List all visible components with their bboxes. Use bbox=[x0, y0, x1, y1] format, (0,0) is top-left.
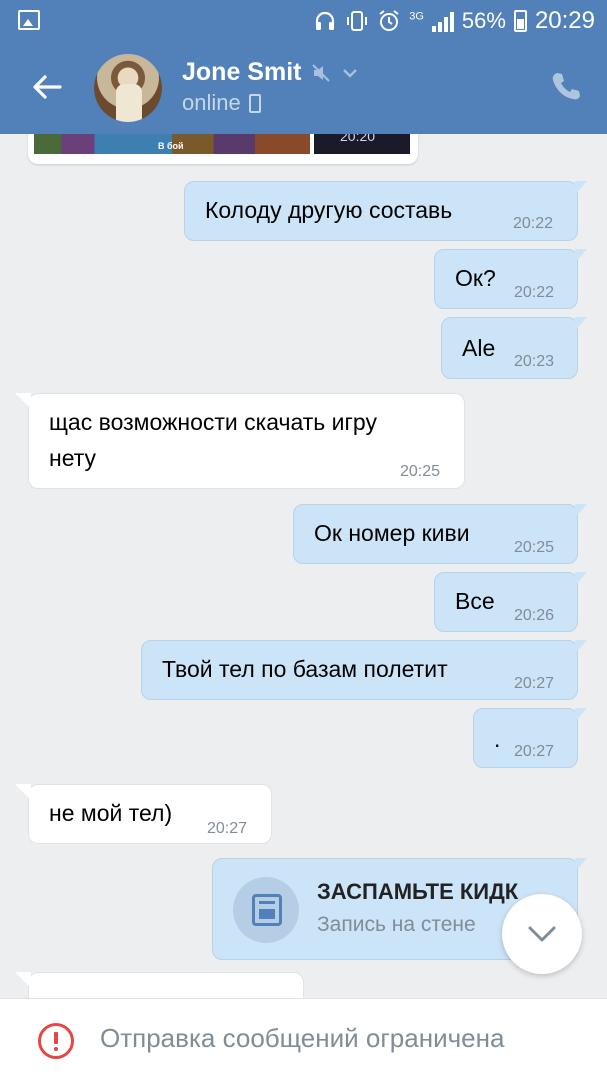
clock: 20:29 bbox=[534, 7, 595, 34]
message-time: 20:25 bbox=[400, 463, 441, 480]
scroll-to-bottom-button[interactable] bbox=[502, 894, 582, 974]
message-bubble[interactable]: Ок номер киви 20:25 bbox=[293, 504, 587, 564]
mobile-device-icon bbox=[248, 93, 261, 113]
muted-icon bbox=[312, 63, 331, 82]
wall-post-icon bbox=[252, 894, 282, 926]
network-3g-icon: 3G bbox=[409, 10, 424, 32]
chevron-down-icon bbox=[528, 926, 556, 942]
avatar[interactable] bbox=[94, 54, 162, 122]
battery-percent: 56% bbox=[461, 8, 506, 33]
message-time: 20:27 bbox=[514, 675, 555, 692]
message-text: Ale bbox=[462, 335, 496, 361]
message-text: Ок номер киви bbox=[314, 520, 470, 546]
presence-status: online bbox=[182, 90, 241, 115]
back-arrow-icon[interactable] bbox=[30, 70, 64, 104]
message-time: 20:27 bbox=[207, 820, 248, 837]
message-bubble[interactable]: Все 20:26 bbox=[434, 572, 587, 632]
message-time: 20:22 bbox=[513, 215, 554, 232]
message-bubble[interactable]: не мой тел) 20:27 bbox=[15, 784, 272, 844]
message-time: 20:22 bbox=[514, 284, 555, 301]
vibrate-icon bbox=[347, 11, 368, 31]
top-bar: 3G 56% 20:29 Jone Smit online bbox=[0, 0, 607, 134]
message-text: Ок? bbox=[455, 265, 496, 291]
message-time: 20:27 bbox=[514, 743, 555, 760]
wall-post-subtitle: Запись на стене bbox=[317, 913, 476, 936]
message-time: 20:26 bbox=[514, 607, 555, 624]
message-text: . bbox=[494, 726, 501, 752]
restriction-bar: Отправка сообщений ограничена bbox=[0, 998, 607, 1080]
wall-post-title: ЗАСПАМЬТЕ КИДК bbox=[317, 879, 519, 904]
chat-header: Jone Smit online bbox=[0, 42, 607, 134]
battery-icon bbox=[513, 10, 527, 32]
wall-post-icon-badge bbox=[233, 877, 299, 943]
message-bubble[interactable]: . 20:27 bbox=[473, 708, 587, 768]
gallery-notification-icon bbox=[18, 10, 40, 30]
message-text-line: щас возможности скачать игру bbox=[49, 409, 377, 435]
status-bar: 3G 56% 20:29 bbox=[0, 0, 607, 42]
message-time: 20:23 bbox=[514, 353, 555, 370]
message-text: Колоду другую составь bbox=[205, 197, 453, 223]
message-bubble-partial[interactable] bbox=[15, 972, 304, 998]
message-bubble[interactable]: щас возможности скачать игру нету 20:25 bbox=[15, 393, 465, 489]
message-bubble[interactable]: Колоду другую составь 20:22 bbox=[184, 181, 587, 241]
message-list[interactable]: В бой 20:20 Колоду другую составь 20:22 … bbox=[0, 134, 607, 998]
message-text: Твой тел по базам полетит bbox=[162, 656, 448, 682]
message-time: 20:25 bbox=[514, 539, 555, 556]
message-text-line: нету bbox=[49, 445, 97, 471]
chevron-down-icon[interactable] bbox=[341, 64, 359, 82]
headphones-icon bbox=[316, 11, 335, 30]
image-text: В бой bbox=[158, 141, 184, 151]
image-attachment[interactable]: В бой 20:20 bbox=[28, 134, 418, 164]
message-bubble[interactable]: Твой тел по базам полетит 20:27 bbox=[141, 640, 587, 700]
alarm-icon bbox=[379, 10, 399, 31]
phone-call-icon[interactable] bbox=[549, 70, 583, 104]
signal-icon bbox=[431, 10, 454, 32]
image-time-text: 20:20 bbox=[340, 134, 376, 144]
message-text: Все bbox=[455, 588, 495, 614]
status-icons: 3G 56% 20:29 bbox=[313, 6, 595, 36]
restriction-notice: Отправка сообщений ограничена bbox=[100, 1023, 505, 1053]
contact-name[interactable]: Jone Smit bbox=[182, 58, 301, 87]
network-type: 3G bbox=[409, 10, 424, 23]
warning-icon bbox=[38, 1023, 74, 1059]
message-text: не мой тел) bbox=[49, 800, 173, 826]
message-bubble[interactable]: Ок? 20:22 bbox=[434, 249, 587, 309]
message-bubble[interactable]: Ale 20:23 bbox=[441, 317, 587, 379]
contact-name-row[interactable]: Jone Smit bbox=[182, 58, 359, 87]
presence-row: online bbox=[182, 90, 261, 116]
